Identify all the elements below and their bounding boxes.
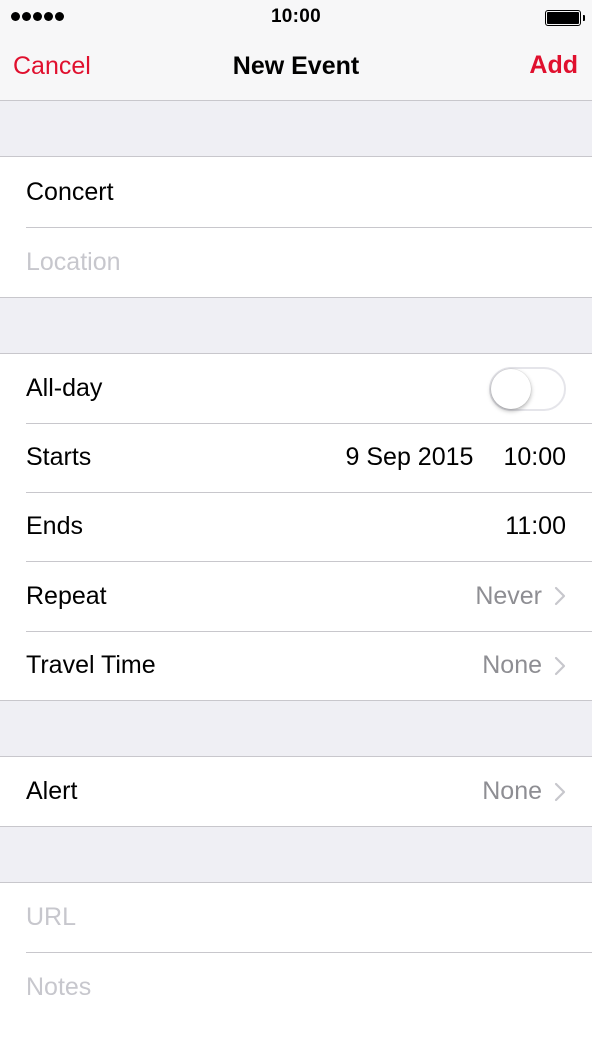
title-field[interactable]: Concert xyxy=(0,157,592,227)
notes-placeholder: Notes xyxy=(26,973,92,1001)
location-placeholder: Location xyxy=(26,247,121,276)
travel-time-row[interactable]: Travel Time None xyxy=(0,631,592,700)
all-day-toggle[interactable] xyxy=(489,366,566,411)
status-bar: 10:00 xyxy=(0,0,592,34)
ends-label: Ends xyxy=(26,512,83,540)
event-form: Concert Location All-day Starts 9 Sep 20… xyxy=(0,101,592,1023)
chevron-right-icon xyxy=(554,656,566,675)
url-field[interactable]: URL xyxy=(0,883,592,952)
page-title: New Event xyxy=(232,52,360,80)
repeat-row[interactable]: Repeat Never xyxy=(0,561,592,631)
add-button[interactable]: Add xyxy=(529,51,578,80)
section-spacer xyxy=(0,701,592,756)
battery-fill xyxy=(547,12,579,24)
travel-time-value: None xyxy=(482,651,566,680)
title-location-section: Concert Location xyxy=(0,156,592,298)
starts-row[interactable]: Starts 9 Sep 2015 10:00 xyxy=(0,423,592,492)
all-day-row: All-day xyxy=(0,354,592,423)
chevron-right-icon xyxy=(554,586,566,606)
starts-label: Starts xyxy=(26,443,92,471)
alert-label: Alert xyxy=(26,777,78,805)
alert-value-text: None xyxy=(482,777,542,805)
navigation-bar: Cancel New Event Add xyxy=(0,34,592,101)
repeat-value-text: Never xyxy=(475,581,542,610)
alert-row[interactable]: Alert None xyxy=(0,757,592,826)
repeat-value: Never xyxy=(475,582,566,611)
battery-nub xyxy=(583,15,585,21)
new-event-screen: 10:00 Cancel New Event Add Concert Locat… xyxy=(0,0,592,1052)
starts-time: 10:00 xyxy=(503,443,566,471)
alert-section: Alert None xyxy=(0,756,592,827)
url-placeholder: URL xyxy=(26,903,77,931)
status-clock: 10:00 xyxy=(270,6,322,27)
chevron-right-icon xyxy=(554,782,566,801)
alert-value: None xyxy=(482,777,566,806)
location-field[interactable]: Location xyxy=(0,227,592,297)
ends-value: 11:00 xyxy=(505,512,566,541)
section-spacer xyxy=(0,298,592,353)
all-day-label: All-day xyxy=(26,374,103,402)
section-spacer xyxy=(0,101,592,156)
battery-icon xyxy=(545,10,585,26)
cancel-button[interactable]: Cancel xyxy=(13,52,91,81)
starts-date: 9 Sep 2015 xyxy=(345,443,474,471)
travel-time-value-text: None xyxy=(482,651,542,679)
section-spacer xyxy=(0,827,592,882)
toggle-knob xyxy=(491,368,531,409)
notes-field[interactable]: Notes xyxy=(0,952,592,1023)
schedule-section: All-day Starts 9 Sep 2015 10:00 Ends 11:… xyxy=(0,353,592,701)
url-notes-section: URL Notes xyxy=(0,882,592,1023)
title-field-value: Concert xyxy=(26,177,114,206)
starts-value: 9 Sep 2015 10:00 xyxy=(346,443,566,472)
repeat-label: Repeat xyxy=(26,581,107,610)
ends-row[interactable]: Ends 11:00 xyxy=(0,492,592,561)
ends-time: 11:00 xyxy=(505,512,566,540)
travel-time-label: Travel Time xyxy=(26,651,156,679)
